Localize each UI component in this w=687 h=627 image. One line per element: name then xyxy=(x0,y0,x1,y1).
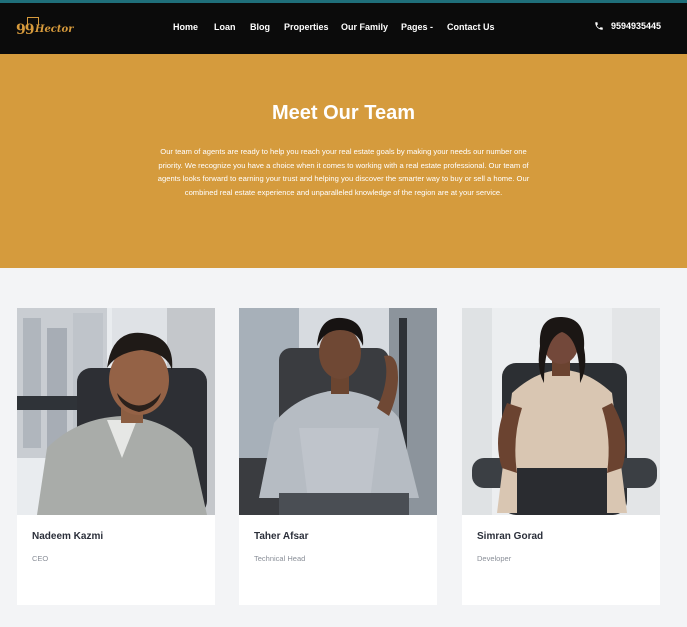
site-logo[interactable]: 99 Hector xyxy=(16,17,74,43)
nav-blog[interactable]: Blog xyxy=(250,22,270,32)
member-role: Technical Head xyxy=(254,554,306,563)
person-photo xyxy=(239,308,437,515)
member-role: Developer xyxy=(477,554,512,563)
team-photo-taher xyxy=(239,308,437,515)
member-name: Taher Afsar xyxy=(254,531,309,542)
member-role: CEO xyxy=(32,554,49,563)
navbar: 99 Hector Home Loan Blog Properties Our … xyxy=(0,3,687,54)
team-photo-simran xyxy=(462,308,660,515)
member-name: Simran Gorad xyxy=(477,531,544,542)
logo-number: 99 xyxy=(16,22,35,38)
nav-home[interactable]: Home xyxy=(173,22,198,32)
logo-name: Hector xyxy=(35,24,74,35)
phone-contact[interactable]: 9594935445 xyxy=(594,21,661,31)
nav-properties[interactable]: Properties xyxy=(284,22,329,32)
hero-description: Our team of agents are ready to help you… xyxy=(157,147,530,197)
person-photo xyxy=(462,308,660,515)
team-card[interactable]: Nadeem Kazmi CEO xyxy=(17,308,215,605)
team-card[interactable]: Taher Afsar Technical Head xyxy=(239,308,437,605)
person-photo xyxy=(17,308,215,515)
phone-number: 9594935445 xyxy=(610,21,661,31)
phone-icon xyxy=(595,22,603,30)
nav-pages-dropdown[interactable]: Pages - xyxy=(401,22,433,32)
nav-contact-us[interactable]: Contact Us xyxy=(447,22,495,32)
member-name: Nadeem Kazmi xyxy=(32,531,104,542)
team-photo-nadeem xyxy=(17,308,215,515)
nav-our-family[interactable]: Our Family xyxy=(341,22,388,32)
team-card[interactable]: Simran Gorad Developer xyxy=(462,308,660,605)
page-title: Meet Our Team xyxy=(272,102,415,124)
hero-section: Meet Our Team Our team of agents are rea… xyxy=(0,54,687,268)
nav-loan[interactable]: Loan xyxy=(214,22,236,32)
